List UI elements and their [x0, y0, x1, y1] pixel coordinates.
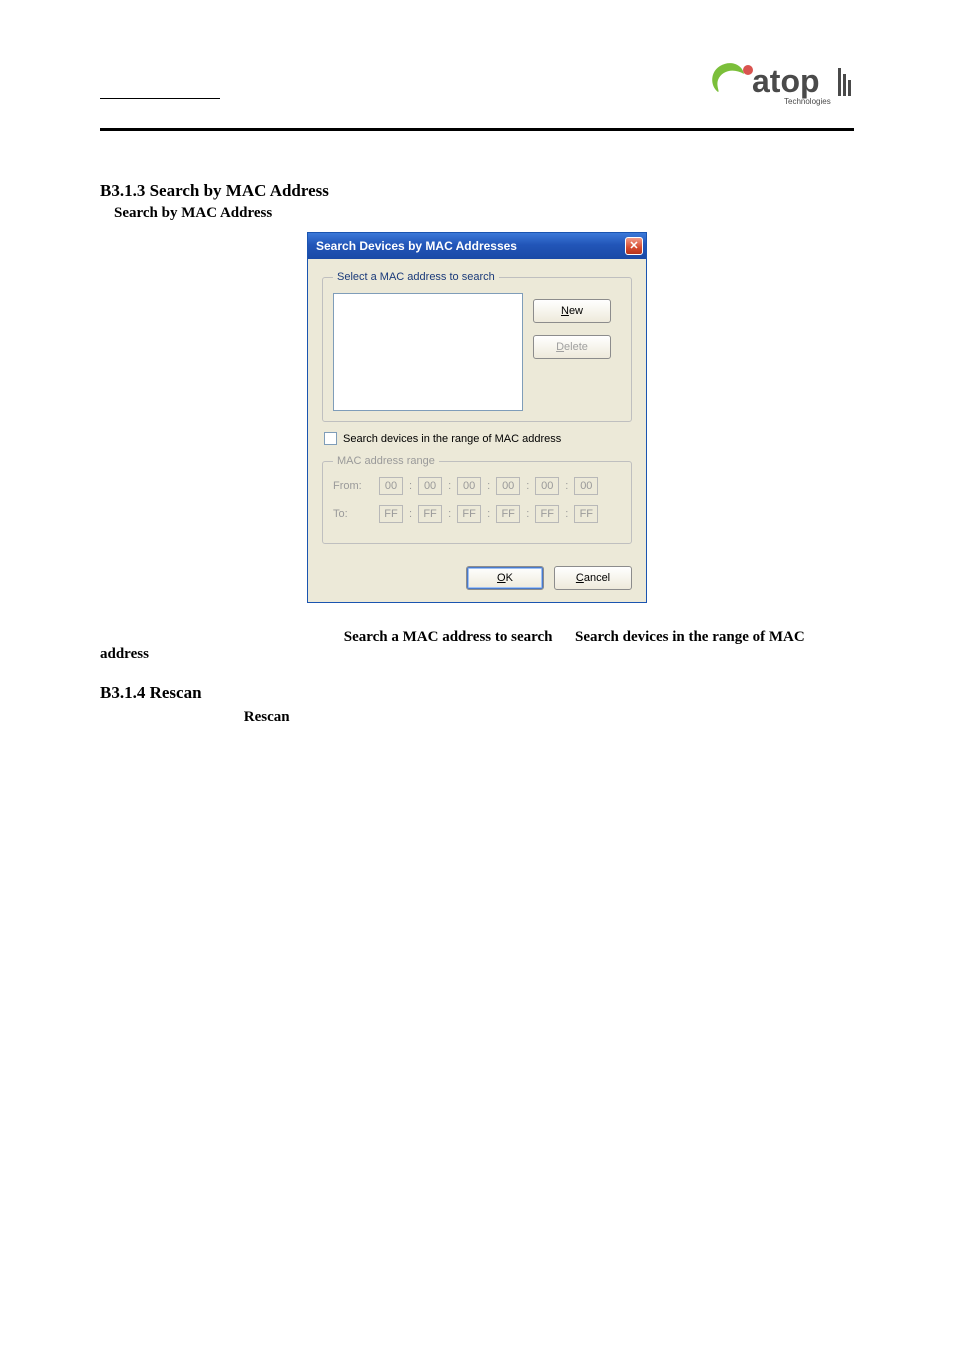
mac-from-5[interactable]: 00: [535, 477, 559, 495]
mac-range-group: MAC address range From: 00 : 00 : 00 : 0…: [322, 455, 632, 544]
mac-to-row: To: FF : FF : FF : FF : FF : FF: [333, 505, 621, 523]
range-checkbox-label: Search devices in the range of MAC addre…: [343, 433, 561, 445]
from-label: From:: [333, 480, 373, 492]
ok-button[interactable]: OK: [466, 566, 544, 590]
mac-range-legend: MAC address range: [333, 455, 439, 467]
mac-to-3[interactable]: FF: [457, 505, 481, 523]
mac-to-6[interactable]: FF: [574, 505, 598, 523]
range-checkbox[interactable]: [324, 432, 337, 445]
mac-to-5[interactable]: FF: [535, 505, 559, 523]
mac-from-row: From: 00 : 00 : 00 : 00 : 00 : 00: [333, 477, 621, 495]
mac-to-2[interactable]: FF: [418, 505, 442, 523]
mac-from-2[interactable]: 00: [418, 477, 442, 495]
mac-to-1[interactable]: FF: [379, 505, 403, 523]
mac-listbox[interactable]: [333, 293, 523, 411]
rescan-line: Rescan: [100, 709, 854, 726]
section-subheading: Search by MAC Address: [114, 205, 854, 222]
cancel-button[interactable]: Cancel: [554, 566, 632, 590]
dialog-title: Search Devices by MAC Addresses: [316, 239, 517, 253]
mac-from-3[interactable]: 00: [457, 477, 481, 495]
mac-to-4[interactable]: FF: [496, 505, 520, 523]
select-mac-group: Select a MAC address to search New Delet…: [322, 271, 632, 422]
header-divider: [100, 128, 854, 131]
mac-from-6[interactable]: 00: [574, 477, 598, 495]
short-rule: [100, 98, 220, 99]
new-button[interactable]: New: [533, 299, 611, 323]
mac-from-1[interactable]: 00: [379, 477, 403, 495]
page-header: atop Technologies: [100, 62, 854, 128]
brand-logo: atop Technologies: [704, 56, 854, 112]
dialog-titlebar: Search Devices by MAC Addresses ✕: [308, 233, 646, 259]
caption-paragraph: Search a MAC address to search Search de…: [100, 629, 854, 663]
range-checkbox-row[interactable]: Search devices in the range of MAC addre…: [324, 432, 632, 445]
section-heading-rescan: B3.1.4 Rescan: [100, 683, 854, 703]
delete-button[interactable]: Delete: [533, 335, 611, 359]
select-mac-legend: Select a MAC address to search: [333, 271, 499, 283]
svg-text:atop: atop: [752, 63, 820, 99]
svg-text:Technologies: Technologies: [784, 97, 831, 106]
search-mac-dialog: Search Devices by MAC Addresses ✕ Select…: [307, 232, 647, 603]
close-button[interactable]: ✕: [625, 237, 643, 255]
mac-from-4[interactable]: 00: [496, 477, 520, 495]
to-label: To:: [333, 508, 373, 520]
section-heading: B3.1.3 Search by MAC Address: [100, 181, 854, 201]
close-icon: ✕: [629, 241, 638, 252]
